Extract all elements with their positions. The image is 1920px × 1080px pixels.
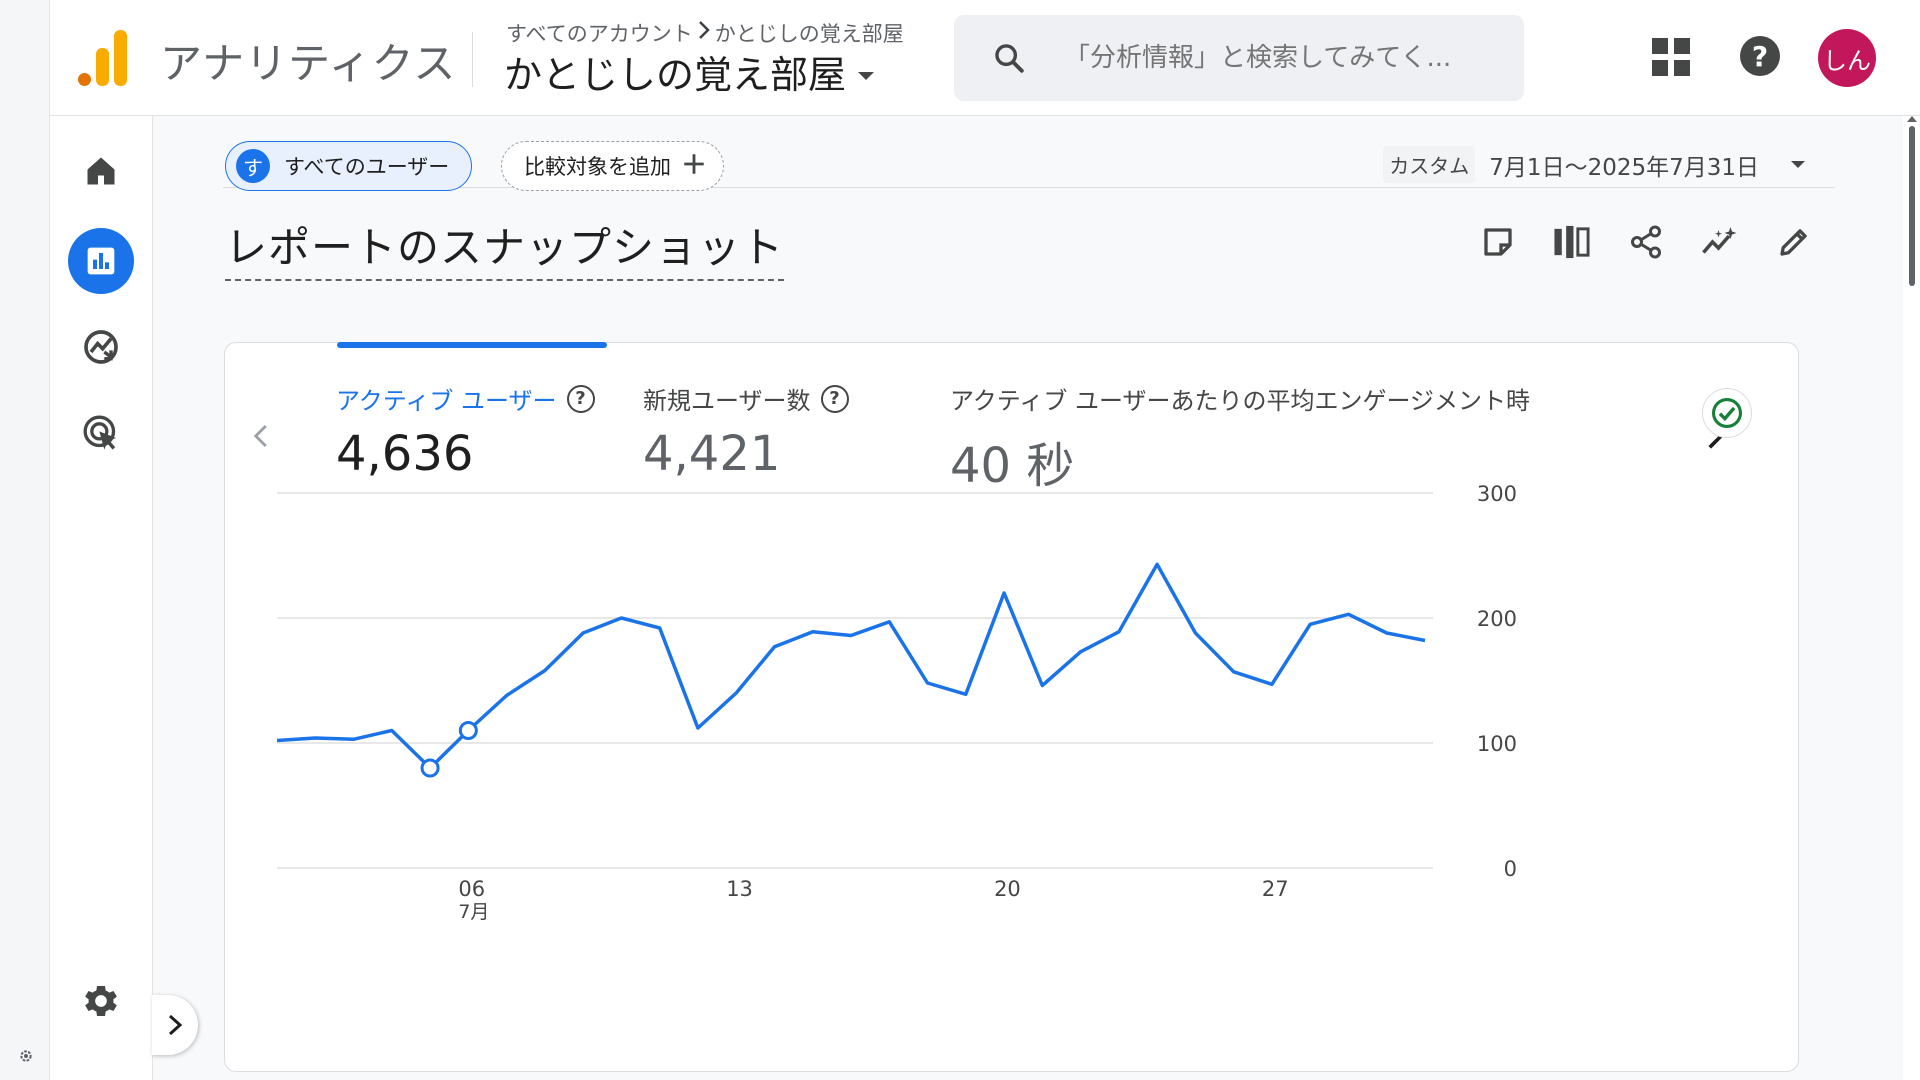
metric-new-users[interactable]: 新規ユーザー数 ? 4,421 [643, 381, 849, 482]
all-users-chip[interactable]: す すべてのユーザー [225, 141, 473, 191]
settings-icon[interactable] [68, 968, 134, 1034]
metric-active-users[interactable]: アクティブ ユーザー ? 4,636 [336, 381, 595, 482]
x-tick-label: 27 [1262, 877, 1289, 901]
scroll-up-icon[interactable] [1907, 116, 1917, 122]
help-circle-icon[interactable]: ? [820, 384, 849, 413]
y-tick-label: 200 [1477, 607, 1517, 631]
x-tick-sublabel: 7月 [458, 901, 489, 923]
help-icon[interactable]: ? [1740, 36, 1780, 76]
date-custom-label: カスタム [1383, 146, 1476, 183]
title-divider [472, 32, 473, 87]
side-nav [50, 116, 153, 1080]
date-range-text: 7月1日～2025年7月31日 [1489, 154, 1759, 181]
date-range-picker[interactable]: カスタム 7月1日～2025年7月31日 [1383, 146, 1805, 183]
metric-label: 新規ユーザー数 [643, 387, 811, 415]
check-circle-icon[interactable] [1702, 388, 1752, 438]
avatar[interactable]: しん [1818, 29, 1876, 87]
snapshot-card: アクティブ ユーザー ? 4,636 新規ユーザー数 ? 4,421 アクティブ… [224, 342, 1799, 1072]
property-selector[interactable]: かとじしの覚え部屋 [504, 44, 875, 99]
x-tick-label: 06 [458, 877, 485, 901]
data-point [458, 721, 478, 740]
metric-label: アクティブ ユーザーあたりの平均エンゲージメント時 [950, 387, 1531, 415]
data-point [420, 758, 440, 778]
share-icon[interactable] [1626, 222, 1666, 262]
small-settings-icon[interactable] [18, 1048, 34, 1068]
note-icon[interactable] [1478, 222, 1518, 262]
property-name: かとじしの覚え部屋 [504, 53, 847, 97]
segment-letter: す [236, 149, 270, 183]
scrollbar-thumb[interactable] [1909, 126, 1915, 286]
main-content: す すべてのユーザー 比較対象を追加 カスタム 7月1日～2025年7月31日 … [153, 116, 1903, 1080]
caret-down-icon [1791, 161, 1805, 168]
y-tick-label: 100 [1477, 732, 1517, 756]
search-icon [954, 41, 1064, 75]
compare-icon[interactable] [1552, 222, 1592, 262]
analytics-logo-icon[interactable] [78, 30, 128, 86]
series-line [276, 562, 1426, 770]
chevron-left-icon[interactable] [247, 421, 277, 451]
insights-icon[interactable] [1700, 222, 1740, 262]
add-comparison-button[interactable]: 比較対象を追加 [501, 141, 724, 191]
metric-label: アクティブ ユーザー [336, 387, 557, 415]
y-tick-label: 0 [1504, 857, 1517, 881]
app-title: アナリティクス [160, 39, 457, 88]
x-tick-label: 20 [994, 877, 1021, 901]
y-tick-label: 300 [1477, 482, 1517, 506]
advertising-icon[interactable] [68, 400, 134, 466]
browser-edge [0, 0, 50, 1080]
add-comparison-label: 比較対象を追加 [524, 155, 671, 179]
report-toolbar [1478, 222, 1814, 262]
apps-grid-icon[interactable] [1652, 38, 1690, 76]
explore-icon[interactable] [68, 314, 134, 380]
search-input[interactable] [1064, 43, 1504, 73]
help-circle-icon[interactable]: ? [566, 384, 595, 413]
segment-label: すべてのユーザー [284, 155, 450, 179]
caret-down-icon [858, 71, 875, 80]
scrollbar[interactable] [1904, 116, 1920, 1080]
top-bar: アナリティクス すべてのアカウント かとじしの覚え部屋 かとじしの覚え部屋 ? … [0, 0, 1920, 116]
edit-icon[interactable] [1774, 222, 1814, 262]
reports-icon[interactable] [68, 228, 134, 294]
x-tick-label: 13 [726, 877, 753, 901]
filter-bar: す すべてのユーザー 比較対象を追加 カスタム 7月1日～2025年7月31日 [223, 128, 1835, 191]
search-box[interactable] [954, 15, 1524, 101]
page-title[interactable]: レポートのスナップショット [225, 214, 785, 281]
plus-icon [681, 149, 707, 183]
line-chart[interactable]: 0 100 200 300 067月 13 20 27 [225, 473, 1800, 933]
home-icon[interactable] [68, 138, 134, 204]
chevron-right-icon [697, 20, 711, 46]
active-metric-indicator [337, 342, 607, 348]
